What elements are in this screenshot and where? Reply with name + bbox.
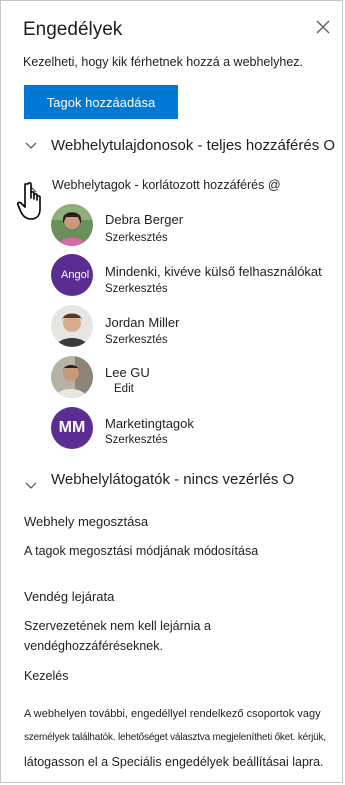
hand-cursor-icon [16, 182, 41, 220]
member-name: Marketingtagok [105, 416, 194, 431]
guest-expiry-text-line2: vendéghozzáféréseknek. [24, 639, 163, 653]
avatar: Angol [51, 254, 93, 296]
person-photo-icon [51, 305, 93, 347]
person-photo-icon [51, 356, 93, 398]
person-photo-icon [51, 204, 93, 246]
members-group-label[interactable]: Webhelytagok - korlátozott hozzáférés @ [52, 178, 281, 192]
owners-group-toggle[interactable] [25, 137, 37, 155]
site-sharing-title: Webhely megosztása [24, 514, 149, 529]
member-role[interactable]: Edit [114, 383, 134, 395]
member-role[interactable]: Szerkesztés [105, 232, 168, 244]
member-name: Debra Berger [105, 212, 184, 227]
manage-link[interactable]: Kezelés [24, 669, 68, 683]
member-name: Mindenki, kivéve külső felhasználókat [105, 264, 322, 279]
panel-subtitle: Kezelheti, hogy kik férhetnek hozzá a we… [23, 55, 304, 69]
avatar [51, 356, 93, 398]
change-sharing-link[interactable]: A tagok megosztási módjának módosítása [24, 544, 258, 558]
visitors-group-toggle[interactable] [25, 477, 37, 495]
member-name: Lee GU [105, 365, 150, 380]
avatar-text: MM [58, 419, 86, 436]
chevron-down-icon [25, 482, 37, 489]
footer-text-line2: személyek találhatók. lehetőséget válasz… [24, 732, 326, 743]
chevron-down-icon [25, 142, 37, 149]
member-role[interactable]: Szerkesztés [105, 334, 168, 346]
member-role[interactable]: Szerkesztés [105, 434, 168, 446]
guest-expiry-title: Vendég lejárata [24, 589, 115, 604]
advanced-permissions-link[interactable]: látogasson el a Speciális engedélyek beá… [24, 755, 324, 769]
member-name: Jordan Miller [105, 315, 180, 330]
owners-group-label[interactable]: Webhelytulajdonosok - teljes hozzáférés … [51, 137, 335, 154]
close-icon[interactable] [313, 17, 333, 37]
permissions-panel: Engedélyek Kezelheti, hogy kik férhetnek… [0, 0, 343, 783]
avatar [51, 204, 93, 246]
footer-text-line1: A webhelyen további, engedéllyel rendelk… [24, 708, 321, 720]
guest-expiry-text-line1: Szervezetének nem kell lejárnia a [24, 619, 211, 633]
add-members-button[interactable]: Tagok hozzáadása [24, 85, 178, 119]
visitors-group-label[interactable]: Webhelylátogatók - nincs vezérlés O [51, 471, 294, 488]
member-role[interactable]: Szerkesztés [105, 283, 168, 295]
avatar [51, 305, 93, 347]
avatar: MM [51, 407, 93, 449]
panel-title: Engedélyek [23, 19, 123, 40]
avatar-text: Angol [61, 269, 90, 281]
